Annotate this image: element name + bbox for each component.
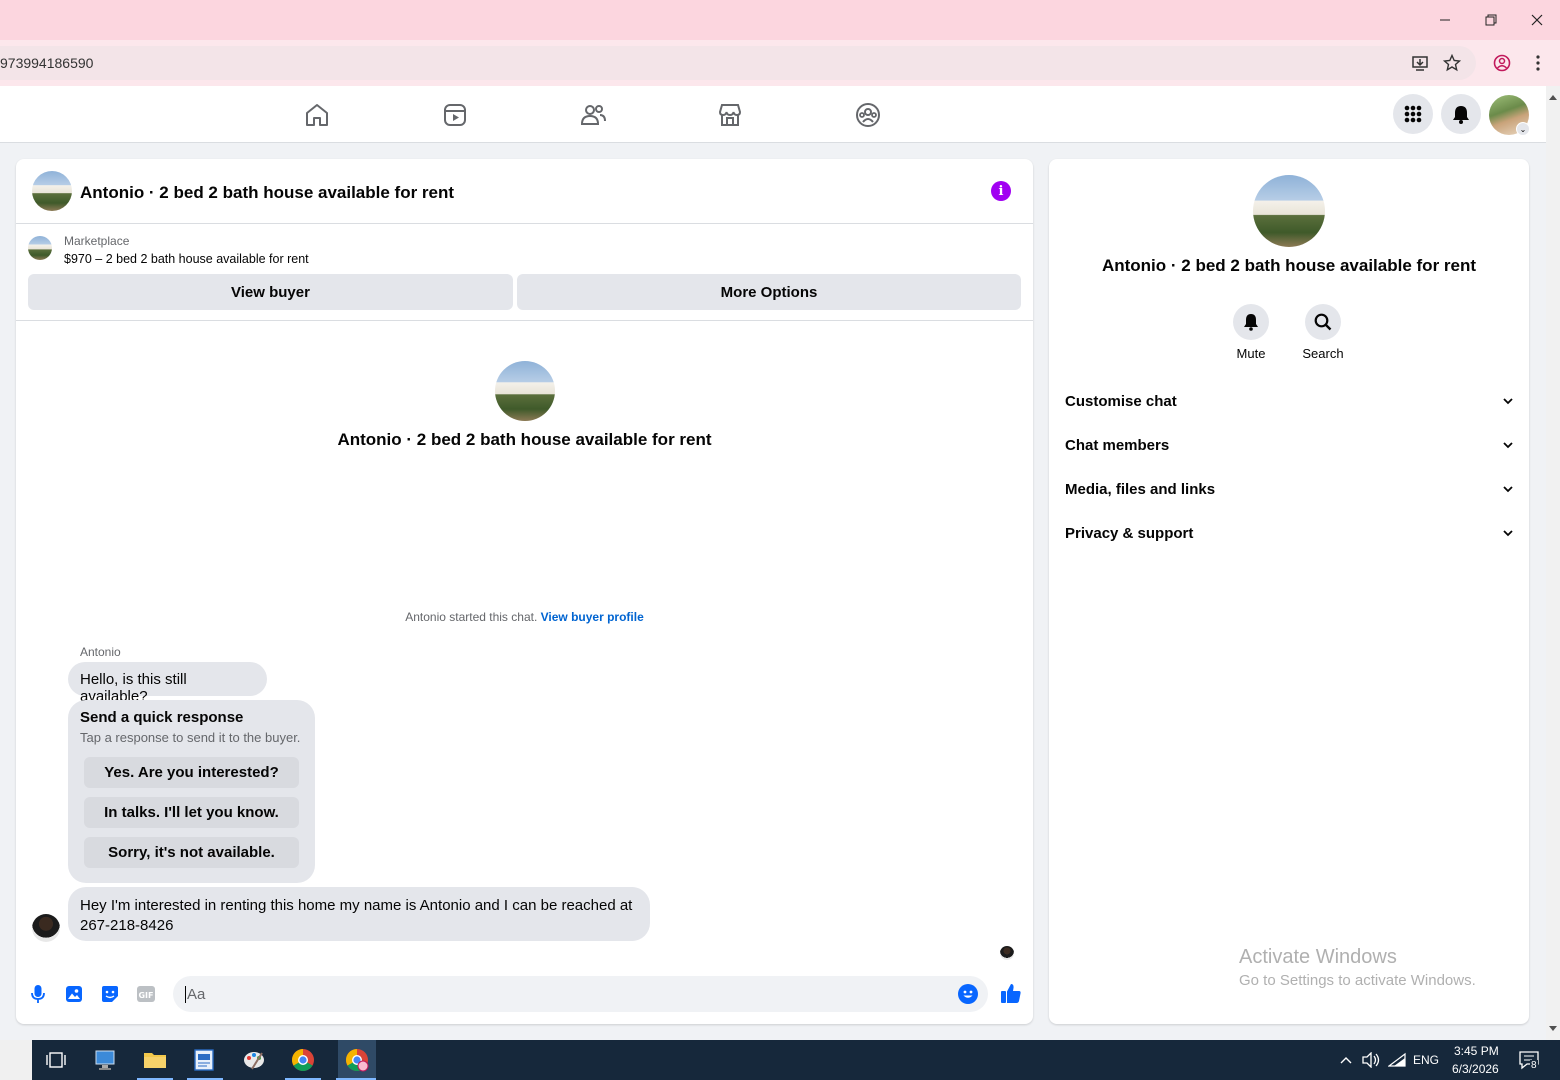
chevron-down-icon <box>1503 394 1513 408</box>
bookmark-star-icon[interactable] <box>1442 53 1462 73</box>
section-label: Chat members <box>1065 436 1170 454</box>
chevron-down-icon <box>1503 438 1513 452</box>
emoji-icon[interactable] <box>958 984 978 1004</box>
like-thumb-icon[interactable] <box>1000 982 1022 1004</box>
chat-started-notice: Antonio started this chat. View buyer pr… <box>16 610 1033 624</box>
browser-menu-icon[interactable] <box>1528 53 1548 73</box>
language-indicator[interactable]: ENG <box>1413 1053 1439 1067</box>
groups-icon[interactable] <box>853 100 883 130</box>
start-area[interactable] <box>0 1040 32 1080</box>
listing-thumbnail[interactable] <box>28 236 52 260</box>
file-explorer-icon[interactable] <box>141 1046 169 1074</box>
chat-details-panel: Antonio · 2 bed 2 bath house available f… <box>1049 159 1529 1024</box>
listing-summary[interactable]: $970 – 2 bed 2 bath house available for … <box>64 252 309 266</box>
message-input-placeholder: Aa <box>185 986 206 1003</box>
document-app-icon[interactable] <box>190 1046 218 1074</box>
browser-titlebar <box>0 0 1560 40</box>
restore-icon[interactable] <box>1468 8 1514 32</box>
url-text: 973994186590 <box>0 55 94 71</box>
divider <box>16 320 1033 321</box>
quick-response-title: Send a quick response <box>80 709 244 726</box>
search-icon <box>1305 304 1341 340</box>
section-label: Media, files and links <box>1065 480 1216 498</box>
section-label: Customise chat <box>1065 392 1177 410</box>
seen-indicator-avatar <box>1000 946 1014 960</box>
activate-windows-title: Activate Windows <box>1239 946 1397 968</box>
more-options-button[interactable]: More Options <box>517 274 1021 310</box>
quick-response-in-talks-button[interactable]: In talks. I'll let you know. <box>84 797 299 828</box>
search-button[interactable]: Search <box>1283 304 1363 361</box>
view-buyer-button[interactable]: View buyer <box>28 274 513 310</box>
quick-response-card: Send a quick response Tap a response to … <box>68 700 315 883</box>
top-navigation <box>0 86 1546 143</box>
photo-icon[interactable] <box>64 984 84 1004</box>
notification-count: 8 <box>1530 1060 1538 1071</box>
privacy-support-section[interactable]: Privacy & support <box>1065 518 1513 548</box>
address-bar: 973994186590 <box>0 40 1560 86</box>
clock-date[interactable]: 6/3/2026 <box>1452 1062 1499 1076</box>
started-text: Antonio started this chat. <box>405 610 538 624</box>
bell-icon <box>1233 304 1269 340</box>
media-files-links-section[interactable]: Media, files and links <box>1065 474 1513 504</box>
conversation-avatar <box>495 361 555 421</box>
chevron-down-icon <box>1503 526 1513 540</box>
install-app-icon[interactable] <box>1410 53 1430 73</box>
sender-avatar[interactable] <box>32 914 60 942</box>
sender-name: Antonio <box>80 645 121 659</box>
chrome-profile-icon[interactable] <box>338 1040 376 1080</box>
sticker-icon[interactable] <box>100 984 120 1004</box>
chat-members-section[interactable]: Chat members <box>1065 430 1513 460</box>
microphone-icon[interactable] <box>28 984 48 1004</box>
volume-icon[interactable] <box>1360 1046 1382 1074</box>
url-field[interactable]: 973994186590 <box>0 46 1476 80</box>
friends-icon[interactable] <box>578 100 608 130</box>
customise-chat-section[interactable]: Customise chat <box>1065 386 1513 416</box>
info-icon[interactable]: i <box>991 181 1011 201</box>
quick-response-subtitle: Tap a response to send it to the buyer. <box>80 730 301 745</box>
chat-title[interactable]: Antonio · 2 bed 2 bath house available f… <box>80 183 454 203</box>
view-buyer-profile-link[interactable]: View buyer profile <box>541 610 644 624</box>
mute-label: Mute <box>1236 346 1266 361</box>
section-label: Privacy & support <box>1065 524 1194 542</box>
wifi-icon[interactable] <box>1386 1046 1408 1074</box>
chat-header: Antonio · 2 bed 2 bath house available f… <box>16 159 1033 224</box>
details-avatar <box>1253 175 1325 247</box>
minimize-icon[interactable] <box>1422 8 1468 32</box>
chevron-up-icon[interactable] <box>1336 1046 1356 1074</box>
home-icon[interactable] <box>302 100 332 130</box>
conversation-title: Antonio · 2 bed 2 bath house available f… <box>337 430 712 449</box>
video-icon[interactable] <box>440 100 470 130</box>
page-scrollbar[interactable] <box>1546 86 1560 1040</box>
details-title: Antonio · 2 bed 2 bath house available f… <box>1101 256 1477 275</box>
marketplace-label: Marketplace <box>64 234 130 248</box>
chevron-down-icon[interactable]: ⌄ <box>1516 122 1530 136</box>
close-icon[interactable] <box>1514 8 1560 32</box>
search-label: Search <box>1302 346 1344 361</box>
listing-avatar[interactable] <box>32 171 72 211</box>
message-input[interactable]: Aa <box>173 976 988 1012</box>
chrome-icon[interactable] <box>289 1046 317 1074</box>
marketplace-icon[interactable] <box>715 100 745 130</box>
message-bubble[interactable]: Hello, is this still available? <box>68 662 267 705</box>
gif-icon[interactable]: GIF <box>136 984 156 1004</box>
taskbar: ENG 3:45 PM 6/3/2026 8 <box>0 1040 1560 1080</box>
this-pc-icon[interactable] <box>92 1046 120 1074</box>
quick-response-yes-button[interactable]: Yes. Are you interested? <box>84 757 299 788</box>
apps-grid-icon[interactable] <box>1393 94 1433 134</box>
profile-icon[interactable] <box>1492 53 1512 73</box>
paint-app-icon[interactable] <box>240 1046 268 1074</box>
message-bubble[interactable]: Hey I'm interested in renting this home … <box>68 887 650 941</box>
svg-text:GIF: GIF <box>138 991 153 1000</box>
bell-icon[interactable] <box>1441 94 1481 134</box>
mute-button[interactable]: Mute <box>1211 304 1291 361</box>
task-view-icon[interactable] <box>42 1046 70 1074</box>
quick-response-not-available-button[interactable]: Sorry, it's not available. <box>84 837 299 868</box>
clock-time[interactable]: 3:45 PM <box>1454 1044 1499 1058</box>
chat-panel: Antonio · 2 bed 2 bath house available f… <box>16 159 1033 1024</box>
activate-windows-subtitle: Go to Settings to activate Windows. <box>1239 972 1476 989</box>
chevron-down-icon <box>1503 482 1513 496</box>
